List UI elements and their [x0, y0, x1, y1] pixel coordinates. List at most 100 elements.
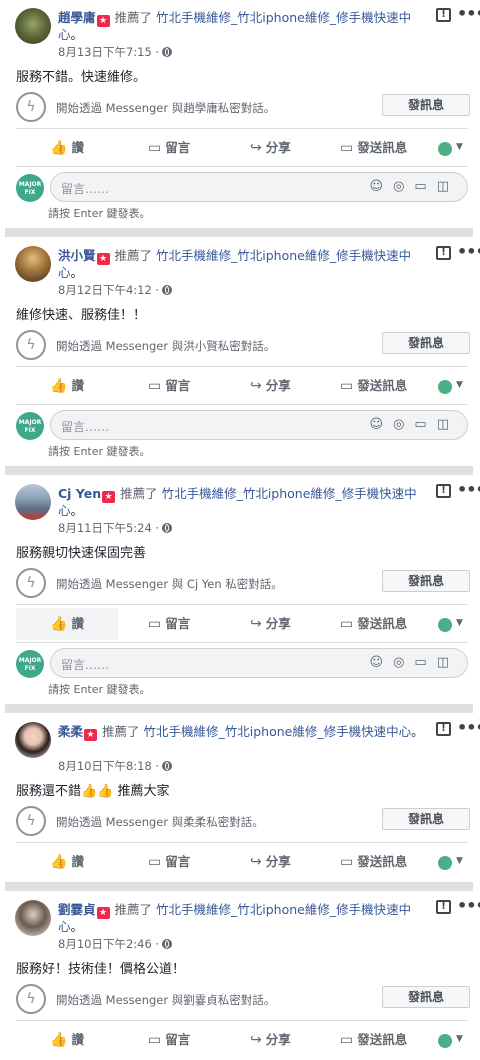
post-timestamp[interactable]: 8月11日下午5:24 · [58, 520, 173, 536]
flag-icon[interactable]: ! [436, 722, 451, 736]
chevron-down-icon[interactable]: ▼ [456, 1034, 463, 1044]
send-button[interactable]: ▭ 發送訊息 [340, 370, 407, 402]
reviewer-name[interactable]: Cj Yen [58, 486, 101, 501]
reviewer-name[interactable]: 劉霎貞 [58, 902, 96, 917]
page-link[interactable]: 竹北手機維修_竹北iphone維修_修手機快速中心 [58, 10, 411, 42]
comment-button[interactable]: ▭ 留言 [148, 132, 190, 164]
page-link[interactable]: 竹北手機維修_竹北iphone維修_修手機快速中心 [58, 902, 411, 934]
more-icon[interactable]: ••• [457, 896, 480, 915]
action-bar: 👍 讚 ▭ 留言 ↪ 分享 ▭ 發送訊息 ▼ [16, 1024, 468, 1056]
comment-icon: ▭ [148, 140, 162, 156]
share-icon: ↪ [250, 616, 262, 632]
review-post: 趙學庸 ★ 推薦了 竹北手機維修_竹北iphone維修_修手機快速中心。 8月13… [0, 0, 480, 228]
send-button[interactable]: ▭ 發送訊息 [340, 846, 407, 878]
comment-tools-icon[interactable]: ☺◎▭◫ [370, 655, 459, 670]
reaction-avatar[interactable] [438, 856, 452, 870]
avatar[interactable] [15, 484, 51, 520]
reviewer-name[interactable]: 洪小賢 [58, 248, 96, 263]
like-button[interactable]: 👍 讚 [50, 846, 84, 878]
post-timestamp[interactable]: 8月10日下午8:18 · [58, 758, 173, 774]
reaction-avatar[interactable] [438, 380, 452, 394]
share-button[interactable]: ↪ 分享 [250, 1024, 291, 1056]
flag-icon[interactable]: ! [436, 900, 451, 914]
more-icon[interactable]: ••• [457, 480, 480, 499]
like-button[interactable]: 👍 讚 [50, 370, 84, 402]
share-button[interactable]: ↪ 分享 [250, 608, 291, 640]
globe-icon [162, 523, 173, 533]
post-header: 洪小賢 ★ 推薦了 竹北手機維修_竹北iphone維修_修手機快速中心。 [58, 248, 412, 280]
reaction-avatar[interactable] [438, 1034, 452, 1048]
page-link[interactable]: 竹北手機維修_竹北iphone維修_修手機快速中心 [144, 724, 412, 739]
share-button[interactable]: ↪ 分享 [250, 132, 291, 164]
send-icon: ▭ [340, 854, 354, 870]
like-icon: 👍 [50, 616, 68, 632]
send-message-button[interactable]: 發訊息 [382, 986, 470, 1008]
like-button[interactable]: 👍 讚 [50, 1024, 84, 1056]
messenger-icon: ϟ [16, 568, 46, 598]
share-button[interactable]: ↪ 分享 [250, 370, 291, 402]
commenter-avatar: MAJOR FIX [16, 412, 44, 440]
send-message-button[interactable]: 發訊息 [382, 570, 470, 592]
like-button[interactable]: 👍 讚 [16, 608, 118, 640]
comment-icon: ▭ [148, 616, 162, 632]
comment-input[interactable]: 留言…… ☺◎▭◫ [50, 410, 468, 440]
review-post: 柔柔 ★ 推薦了 竹北手機維修_竹北iphone維修_修手機快速中心。 8月10日… [0, 714, 480, 882]
avatar[interactable] [15, 900, 51, 936]
chevron-down-icon[interactable]: ▼ [456, 618, 463, 628]
send-message-button[interactable]: 發訊息 [382, 332, 470, 354]
globe-icon [162, 47, 173, 57]
avatar[interactable] [15, 8, 51, 44]
chevron-down-icon[interactable]: ▼ [456, 380, 463, 390]
send-button[interactable]: ▭ 發送訊息 [340, 132, 407, 164]
comment-icon: ▭ [148, 854, 162, 870]
commenter-avatar: MAJOR FIX [16, 650, 44, 678]
comment-button[interactable]: ▭ 留言 [148, 846, 190, 878]
avatar[interactable] [15, 246, 51, 282]
flag-icon[interactable]: ! [436, 246, 451, 260]
chevron-down-icon[interactable]: ▼ [456, 142, 463, 152]
page-link[interactable]: 竹北手機維修_竹北iphone維修_修手機快速中心 [58, 248, 411, 280]
reaction-avatar[interactable] [438, 142, 452, 156]
more-icon[interactable]: ••• [457, 4, 480, 23]
comment-input[interactable]: 留言…… ☺◎▭◫ [50, 172, 468, 202]
post-timestamp[interactable]: 8月12日下午4:12 · [58, 282, 173, 298]
recommend-icon: ★ [84, 729, 98, 741]
recommend-icon: ★ [96, 253, 110, 265]
messenger-icon: ϟ [16, 92, 46, 122]
reviewer-name[interactable]: 趙學庸 [58, 10, 96, 25]
reviewer-name[interactable]: 柔柔 [58, 724, 83, 739]
reaction-avatar[interactable] [438, 618, 452, 632]
flag-icon[interactable]: ! [436, 8, 451, 22]
post-body: 服務還不錯👍👍 推薦大家 [16, 784, 170, 799]
post-header: 劉霎貞 ★ 推薦了 竹北手機維修_竹北iphone維修_修手機快速中心。 [58, 902, 412, 934]
messenger-icon: ϟ [16, 806, 46, 836]
comment-input[interactable]: 留言…… ☺◎▭◫ [50, 648, 468, 678]
avatar[interactable] [15, 722, 51, 758]
post-timestamp[interactable]: 8月13日下午7:15 · [58, 44, 173, 60]
post-timestamp[interactable]: 8月10日下午2:46 · [58, 936, 173, 952]
flag-icon[interactable]: ! [436, 484, 451, 498]
comment-tools-icon[interactable]: ☺◎▭◫ [370, 179, 459, 194]
like-button[interactable]: 👍 讚 [50, 132, 84, 164]
send-button[interactable]: ▭ 發送訊息 [340, 608, 407, 640]
comment-button[interactable]: ▭ 留言 [148, 1024, 190, 1056]
post-separator [5, 228, 473, 237]
recommend-icon: ★ [96, 15, 110, 27]
comment-button[interactable]: ▭ 留言 [148, 608, 190, 640]
divider [16, 604, 468, 605]
more-icon[interactable]: ••• [457, 718, 480, 737]
like-icon: 👍 [50, 1032, 68, 1048]
comment-tools-icon[interactable]: ☺◎▭◫ [370, 417, 459, 432]
messenger-prompt: ϟ 開始透過 Messenger 與劉霎貞私密對話。 發訊息 [16, 984, 470, 1020]
send-message-button[interactable]: 發訊息 [382, 94, 470, 116]
messenger-prompt: ϟ 開始透過 Messenger 與趙學庸私密對話。 發訊息 [16, 92, 470, 128]
commenter-avatar: MAJOR FIX [16, 174, 44, 202]
comment-icon: ▭ [148, 1032, 162, 1048]
comment-button[interactable]: ▭ 留言 [148, 370, 190, 402]
chevron-down-icon[interactable]: ▼ [456, 856, 463, 866]
more-icon[interactable]: ••• [457, 242, 480, 261]
share-button[interactable]: ↪ 分享 [250, 846, 291, 878]
send-button[interactable]: ▭ 發送訊息 [340, 1024, 407, 1056]
comment-composer: MAJOR FIX 留言…… ☺◎▭◫ [16, 410, 468, 444]
send-message-button[interactable]: 發訊息 [382, 808, 470, 830]
